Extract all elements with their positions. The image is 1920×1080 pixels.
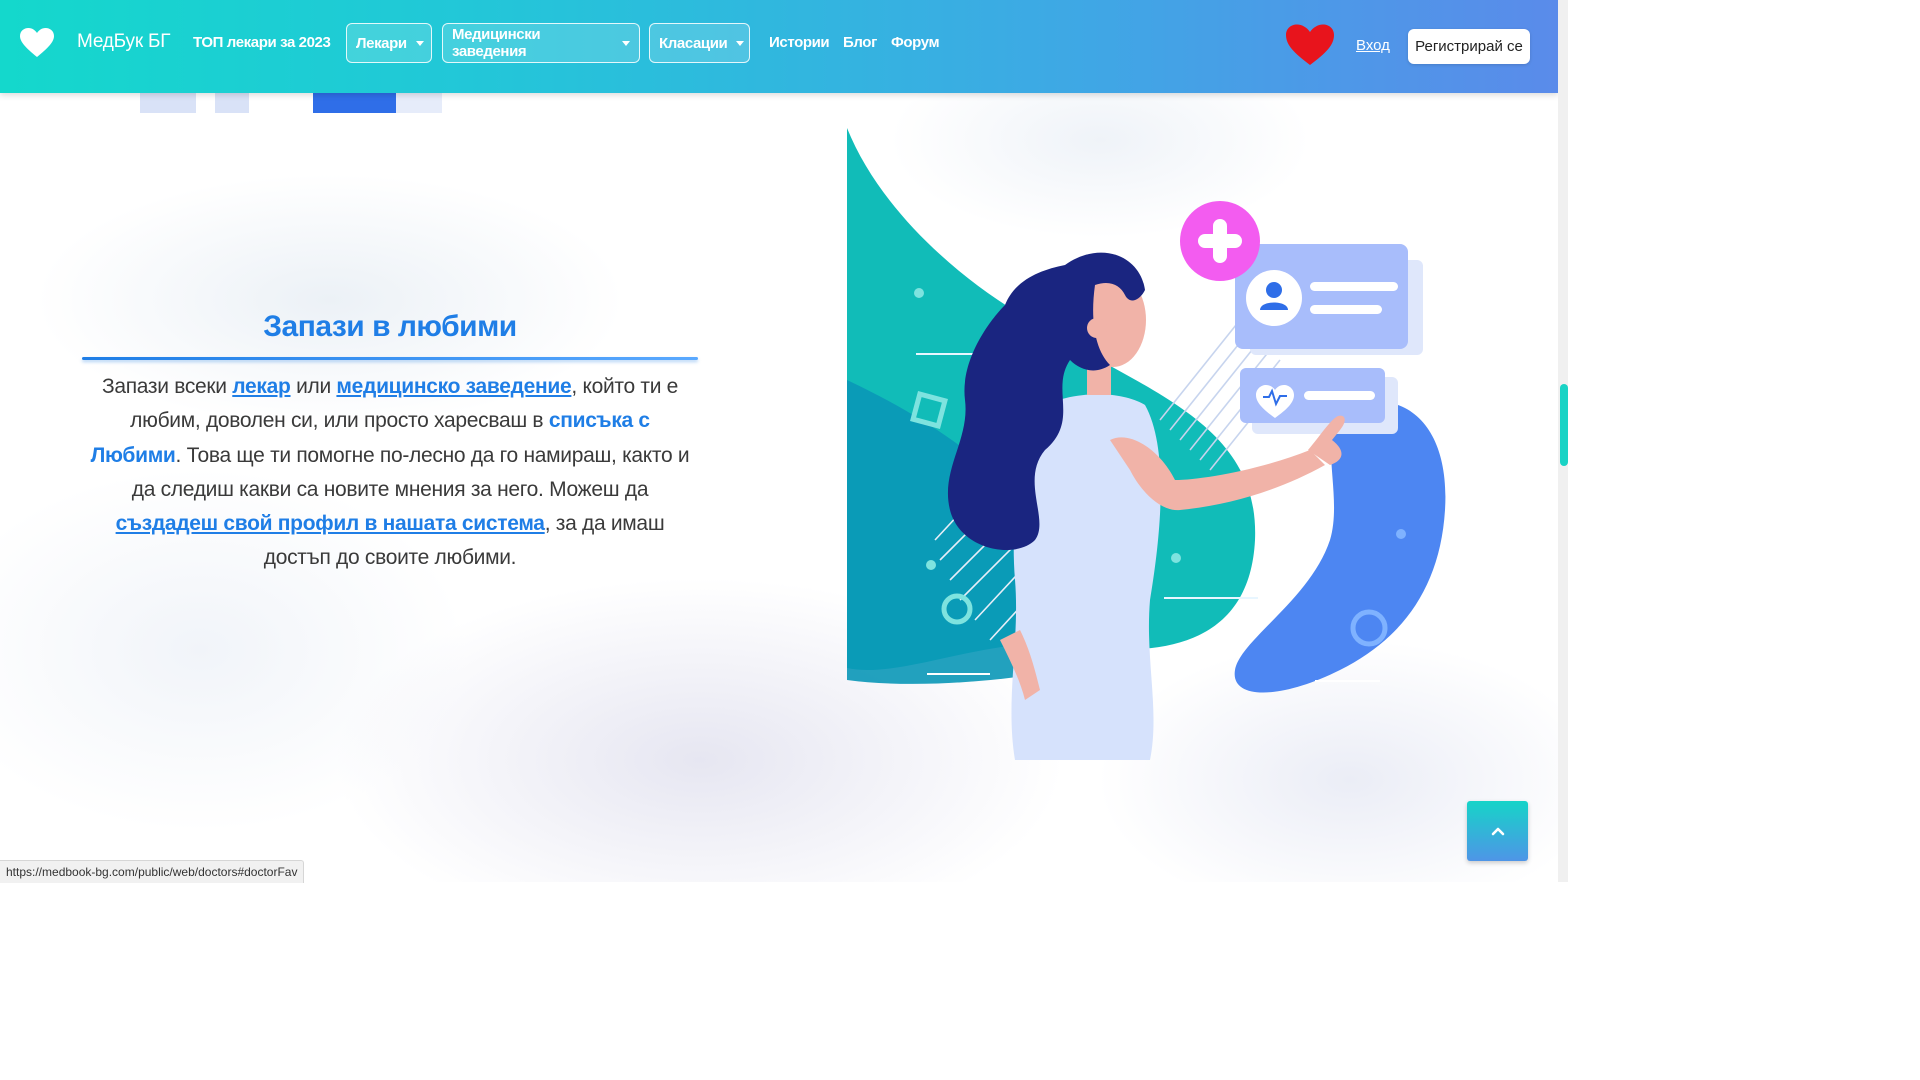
dropdown-doctors[interactable]: Лекари <box>346 23 432 63</box>
register-button[interactable]: Регистрирай се <box>1408 29 1530 64</box>
top-navbar: МедБук БГ ТОП лекари за 2023 Лекари Меди… <box>0 0 1558 93</box>
dropdown-label: Медицински заведения <box>452 26 541 60</box>
section-description: Запази всеки лекар или медицинско заведе… <box>86 370 694 576</box>
favorites-illustration <box>847 128 1446 760</box>
caret-down-icon <box>415 40 424 46</box>
previous-section-image-edge <box>140 93 442 113</box>
text-segment: . Това ще ти помогне по-лесно да го нами… <box>131 443 690 501</box>
browser-status-bar: https://medbook-bg.com/public/web/doctor… <box>0 860 305 883</box>
dropdown-rankings[interactable]: Класации <box>649 23 750 63</box>
dropdown-label: Класации <box>659 34 728 52</box>
create-profile-link[interactable]: създадеш свой профил в нашата система <box>116 512 545 535</box>
nav-link-blog[interactable]: Блог <box>843 34 877 51</box>
text-segment: или <box>290 375 337 398</box>
favorites-heart-icon[interactable] <box>1285 24 1335 66</box>
login-link[interactable]: Вход <box>1356 37 1390 54</box>
heart-icon[interactable] <box>20 28 54 58</box>
nav-link-forum[interactable]: Форум <box>891 34 940 51</box>
doctor-link[interactable]: лекар <box>232 375 291 398</box>
caret-down-icon <box>622 40 630 46</box>
brand-name[interactable]: МедБук БГ <box>77 31 171 53</box>
medical-facility-link[interactable]: медицинско заведение <box>336 375 571 398</box>
chevron-up-icon <box>1491 827 1504 836</box>
scroll-to-top-button[interactable] <box>1467 801 1528 861</box>
text-segment: Запази всеки <box>101 375 233 398</box>
section-title: Запази в любими <box>263 310 517 343</box>
nav-link-top-doctors[interactable]: ТОП лекари за 2023 <box>193 34 331 51</box>
dropdown-label: Лекари <box>356 34 407 52</box>
caret-down-icon <box>736 40 745 46</box>
nav-link-stories[interactable]: Истории <box>769 34 830 51</box>
scrollbar-thumb[interactable] <box>1560 384 1568 466</box>
dropdown-medical-facilities[interactable]: Медицински заведения <box>442 23 640 63</box>
title-underline <box>82 357 698 360</box>
